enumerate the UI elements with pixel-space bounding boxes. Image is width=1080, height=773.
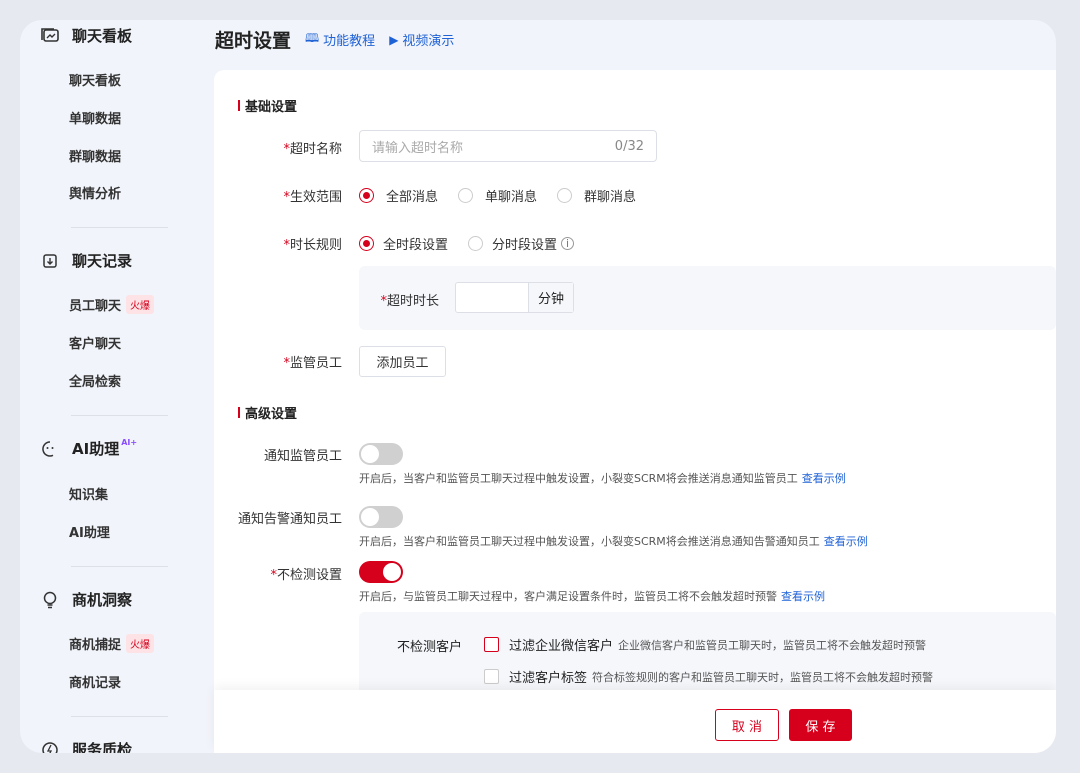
staff-label: *监管员工: [222, 352, 342, 371]
divider: [71, 716, 168, 717]
sidebar-group-chat-records[interactable]: 聊天记录: [40, 250, 132, 271]
alert-label: 通知告警通知员工: [222, 508, 342, 527]
skip-hint: 开启后，与监管员工聊天过程中，客户满足设置条件时，监管员工将不会触发超时预警查看…: [359, 588, 825, 604]
duration-unit: 分钟: [528, 283, 573, 312]
duration-panel: *超时时长 分钟: [359, 266, 1056, 330]
sidebar-item-sentiment[interactable]: 舆情分析: [69, 183, 121, 202]
sidebar-item-label: 舆情分析: [69, 183, 121, 202]
sidebar-group-label: AI助理: [72, 438, 119, 459]
sidebar-item-label: 单聊数据: [69, 108, 121, 127]
sidebar-item-label: 商机记录: [69, 672, 121, 691]
sidebar-item-opportunity-capture[interactable]: 商机捕捉火爆: [69, 634, 154, 653]
sidebar-group-chat-board[interactable]: 聊天看板: [40, 25, 132, 46]
rule-radio-all-time[interactable]: 全时段设置: [359, 234, 448, 253]
char-count: 0/32: [615, 139, 644, 154]
notify-toggle[interactable]: [359, 443, 403, 465]
timeout-name-label: *超时名称: [222, 138, 342, 157]
sidebar-item-customer-chat[interactable]: 客户聊天: [69, 333, 121, 352]
page-header: 超时设置 🕮功能教程 ▶︎ 视频演示: [215, 26, 454, 53]
checkbox[interactable]: [484, 669, 499, 684]
notify-label: 通知监管员工: [222, 445, 342, 464]
sidebar-group-label: 聊天记录: [72, 250, 132, 271]
play-circle-icon: ▶︎: [389, 33, 398, 47]
sidebar-item-ai-assistant[interactable]: AI助理: [69, 522, 110, 541]
sidebar-group-ai-assistant[interactable]: AI助理AI+: [40, 438, 137, 459]
app-window: 聊天看板 聊天看板 单聊数据 群聊数据 舆情分析 聊天记录 员工聊天火爆 客户聊…: [20, 20, 1056, 753]
lightning-icon: [40, 740, 60, 754]
sidebar-item-knowledge[interactable]: 知识集: [69, 484, 108, 503]
view-example-link[interactable]: 查看示例: [781, 590, 825, 603]
view-example-link[interactable]: 查看示例: [824, 535, 868, 548]
hot-badge: 火爆: [126, 634, 154, 653]
sidebar-item-opportunity-records[interactable]: 商机记录: [69, 672, 121, 691]
section-advanced-title: 高级设置: [238, 403, 297, 422]
scope-radio-all[interactable]: 全部消息: [359, 186, 438, 205]
duration-input[interactable]: 分钟: [455, 282, 574, 313]
divider: [71, 227, 168, 228]
rule-label: *时长规则: [222, 234, 342, 253]
scope-radio-group[interactable]: 群聊消息: [557, 186, 636, 205]
download-box-icon: [40, 251, 60, 271]
sidebar: 聊天看板 聊天看板 单聊数据 群聊数据 舆情分析 聊天记录 员工聊天火爆 客户聊…: [20, 20, 214, 753]
sidebar-item-staff-chat[interactable]: 员工聊天火爆: [69, 295, 154, 314]
tutorial-link[interactable]: 🕮功能教程: [305, 29, 375, 50]
divider: [71, 566, 168, 567]
sidebar-item-single-chat-data[interactable]: 单聊数据: [69, 108, 121, 127]
alert-hint: 开启后，当客户和监管员工聊天过程中触发设置，小裂变SCRM将会推送消息通知告警通…: [359, 533, 868, 549]
ai-face-icon: [40, 439, 60, 459]
sidebar-item-label: 聊天看板: [69, 70, 121, 89]
sidebar-group-opportunity[interactable]: 商机洞察: [40, 589, 132, 610]
book-icon: 🕮: [305, 29, 319, 50]
settings-form: 基础设置 *超时名称 请输入超时名称 0/32 *生效范围 全部消息 单聊消息 群…: [214, 70, 1056, 753]
section-basic-title: 基础设置: [238, 96, 297, 115]
duration-label: *超时时长: [329, 290, 439, 309]
page-title: 超时设置: [215, 26, 291, 53]
chart-chat-icon: [40, 26, 60, 46]
sidebar-group-label: 聊天看板: [72, 25, 132, 46]
checkbox[interactable]: [484, 637, 499, 652]
alert-toggle[interactable]: [359, 506, 403, 528]
sidebar-item-label: 全局检索: [69, 371, 121, 390]
add-staff-button[interactable]: 添加员工: [359, 346, 446, 377]
sidebar-item-label: 客户聊天: [69, 333, 121, 352]
ai-plus-badge: AI+: [121, 438, 137, 447]
cancel-button[interactable]: 取 消: [715, 709, 779, 741]
sidebar-item-label: 员工聊天: [69, 295, 121, 314]
video-label: 视频演示: [402, 30, 454, 49]
sidebar-item-chat-board[interactable]: 聊天看板: [69, 70, 121, 89]
view-example-link[interactable]: 查看示例: [802, 472, 846, 485]
save-button[interactable]: 保 存: [789, 709, 852, 741]
sidebar-group-label: 服务质检: [72, 739, 132, 753]
video-link[interactable]: ▶︎ 视频演示: [389, 30, 454, 49]
tutorial-label: 功能教程: [323, 30, 375, 49]
sidebar-item-group-chat-data[interactable]: 群聊数据: [69, 146, 121, 165]
divider: [71, 415, 168, 416]
skip-toggle[interactable]: [359, 561, 403, 583]
sidebar-group-label: 商机洞察: [72, 589, 132, 610]
lightbulb-icon: [40, 590, 60, 610]
timeout-name-input[interactable]: 请输入超时名称 0/32: [359, 130, 657, 162]
sidebar-group-quality[interactable]: 服务质检: [40, 739, 132, 753]
skip-customer-label: 不检测客户: [397, 636, 462, 655]
sidebar-item-label: 群聊数据: [69, 146, 121, 165]
hot-badge: 火爆: [126, 295, 154, 314]
form-footer: 取 消 保 存: [214, 690, 1056, 753]
filter-wecom-customer[interactable]: 过滤企业微信客户企业微信客户和监管员工聊天时，监管员工将不会触发超时预警: [484, 635, 926, 654]
scope-label: *生效范围: [222, 186, 342, 205]
sidebar-item-label: AI助理: [69, 522, 110, 541]
sidebar-item-label: 商机捕捉: [69, 634, 121, 653]
rule-radio-period[interactable]: 分时段设置i: [468, 234, 574, 253]
placeholder: 请输入超时名称: [372, 137, 463, 156]
sidebar-item-global-search[interactable]: 全局检索: [69, 371, 121, 390]
sidebar-item-label: 知识集: [69, 484, 108, 503]
skip-label: *不检测设置: [222, 564, 342, 583]
filter-customer-tag[interactable]: 过滤客户标签符合标签规则的客户和监管员工聊天时，监管员工将不会触发超时预警: [484, 667, 933, 686]
scope-radio-single[interactable]: 单聊消息: [458, 186, 537, 205]
info-icon[interactable]: i: [561, 237, 574, 250]
notify-hint: 开启后，当客户和监管员工聊天过程中触发设置，小裂变SCRM将会推送消息通知监管员…: [359, 470, 846, 486]
